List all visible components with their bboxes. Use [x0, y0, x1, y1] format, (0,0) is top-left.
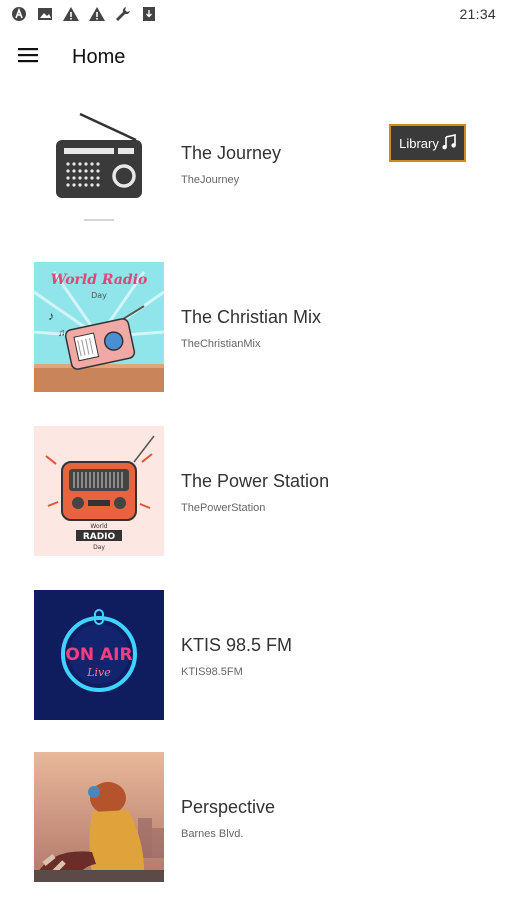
art-title: RADIO [83, 532, 116, 542]
station-item-ktis[interactable]: ON AIR Live KTIS 98.5 FM KTIS98.5FM [0, 588, 506, 720]
status-icons [10, 5, 158, 23]
menu-button[interactable] [0, 30, 56, 84]
status-time: 21:34 [459, 6, 496, 22]
red-panda-art [34, 752, 164, 882]
station-subtitle: ThePowerStation [181, 502, 266, 514]
warning-icon [62, 5, 80, 23]
art-subtitle: Day [91, 291, 107, 300]
page-title: Home [72, 45, 126, 68]
library-button[interactable]: Library [389, 124, 466, 162]
station-name: The Power Station [181, 471, 330, 491]
app-a-icon [10, 5, 28, 23]
app-bar: Home [0, 30, 506, 84]
status-bar: 21:34 [0, 0, 506, 28]
radio-icon [56, 112, 142, 221]
download-icon [140, 5, 158, 23]
svg-text:♫: ♫ [58, 328, 66, 339]
station-item-the-journey[interactable]: The Journey TheJourney [0, 96, 506, 228]
station-thumbnail: World Radio Day ♪ ♫ [34, 262, 164, 392]
svg-text:♪: ♪ [48, 309, 54, 323]
retro-radio-art: World RADIO Day [34, 426, 164, 556]
station-thumbnail [34, 752, 164, 882]
wrench-icon [114, 5, 132, 23]
station-thumbnail [34, 96, 164, 226]
warning-icon [88, 5, 106, 23]
station-item-the-christian-mix[interactable]: World Radio Day ♪ ♫ The Christian Mix Th… [0, 260, 506, 392]
music-note-icon [442, 133, 456, 153]
station-item-perspective[interactable]: Perspective Barnes Blvd. [0, 752, 506, 884]
hamburger-menu-icon [18, 47, 38, 68]
art-subtitle: Live [86, 666, 111, 679]
art-top-text: World [90, 523, 107, 530]
station-thumbnail: World RADIO Day [34, 426, 164, 556]
station-thumbnail: ON AIR Live [34, 590, 164, 720]
image-icon [36, 5, 54, 23]
station-item-the-power-station[interactable]: World RADIO Day The Power Station ThePow… [0, 424, 506, 556]
station-subtitle: TheJourney [181, 174, 240, 186]
station-subtitle: TheChristianMix [181, 338, 261, 350]
station-name: The Journey [181, 143, 282, 163]
art-subtitle: Day [93, 544, 105, 551]
station-name: The Christian Mix [181, 307, 322, 327]
art-title: ON AIR [65, 645, 132, 665]
world-radio-day-art: World Radio Day ♪ ♫ [34, 262, 164, 392]
art-title: World Radio [51, 272, 148, 288]
station-name: KTIS 98.5 FM [181, 635, 293, 655]
station-name: Perspective [181, 797, 276, 817]
on-air-neon-art: ON AIR Live [34, 590, 164, 720]
station-subtitle: Barnes Blvd. [181, 828, 244, 840]
station-subtitle: KTIS98.5FM [181, 666, 243, 678]
library-button-label: Library [399, 135, 439, 151]
